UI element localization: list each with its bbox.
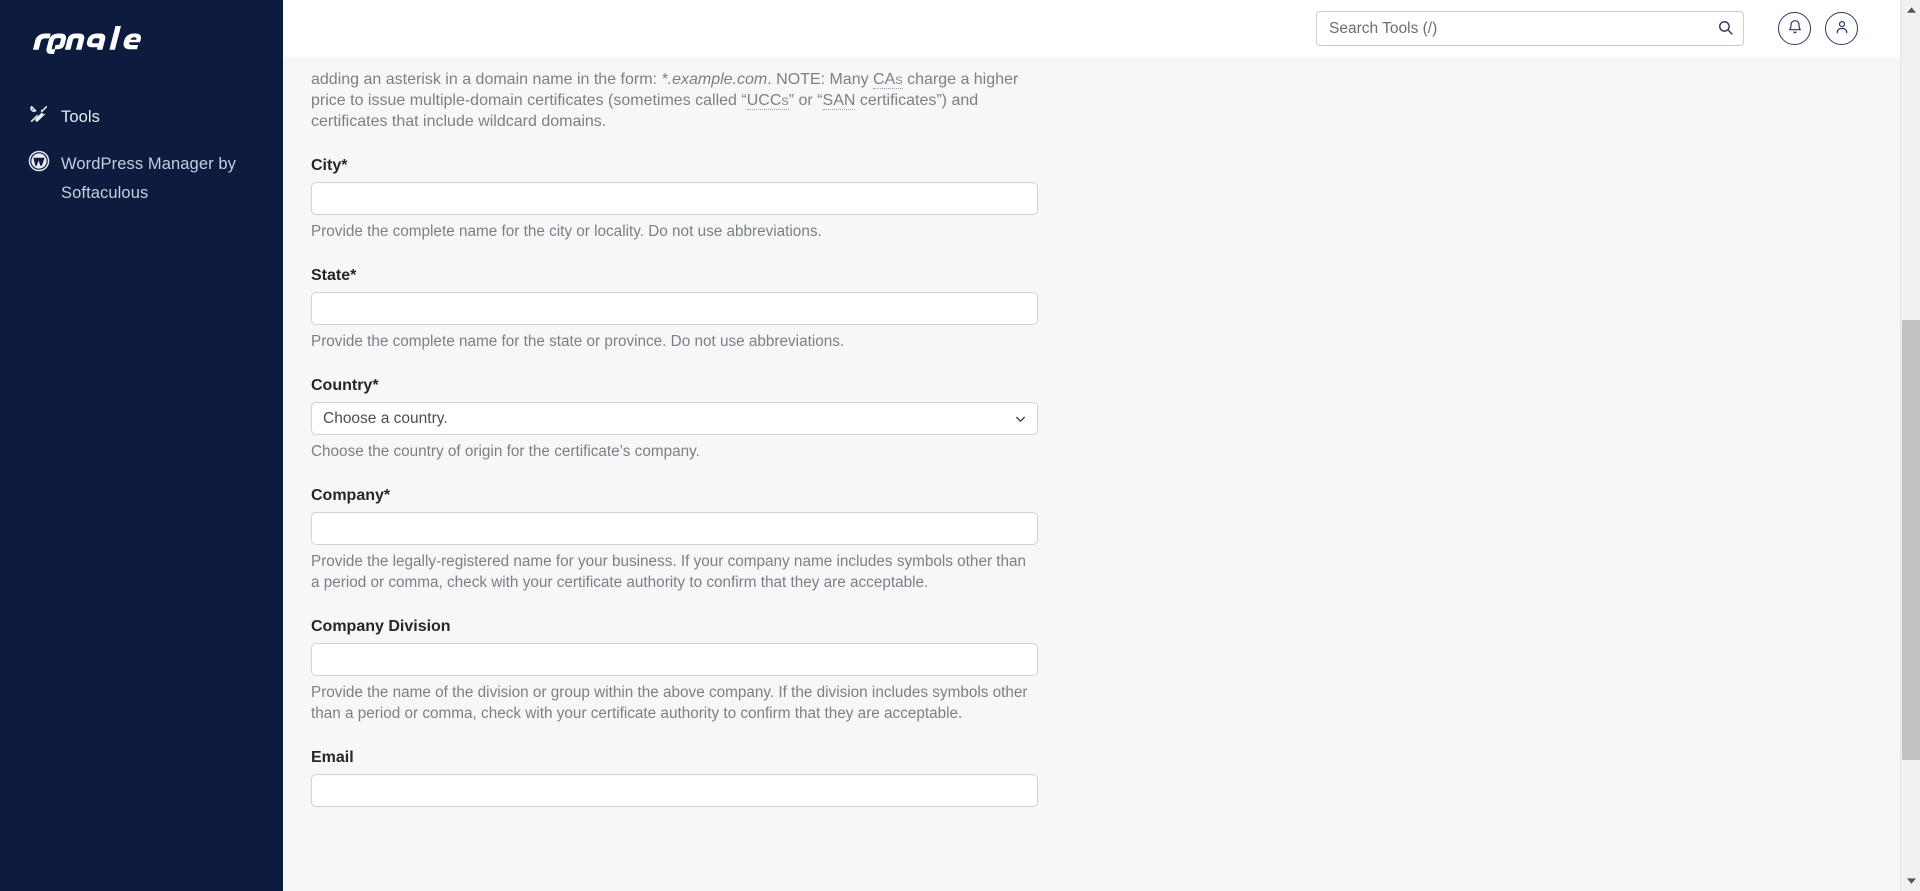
intro-text-part1: adding an asterisk in a domain name in t… [311, 71, 662, 88]
city-help-text: Provide the complete name for the city o… [311, 223, 822, 240]
country-help-text: Choose the country of origin for the cer… [311, 443, 700, 460]
main-area: adding an asterisk in a domain name in t… [283, 0, 1920, 891]
abbr-ucc: UCCs [746, 92, 789, 110]
scrollbar-track[interactable] [1901, 20, 1920, 871]
sidebar-item-wordpress-manager[interactable]: WordPress Manager by Softaculous [0, 141, 283, 217]
sidebar-item-label: Tools [61, 108, 101, 126]
state-label: State* [311, 267, 357, 284]
state-help-text: Provide the complete name for the state … [311, 333, 845, 350]
scroll-down-arrow-icon[interactable] [1901, 871, 1920, 891]
company-label: Company* [311, 487, 391, 504]
sidebar-nav: Tools WordPress Manager by Softaculous [0, 94, 283, 217]
company-division-label: Company Division [311, 618, 451, 635]
company-input[interactable] [311, 512, 1038, 545]
sidebar-item-label: WordPress Manager by Softaculous [61, 155, 237, 202]
tools-icon [26, 103, 52, 125]
state-input[interactable] [311, 292, 1038, 325]
email-input[interactable] [311, 774, 1038, 807]
cpanel-app: Tools WordPress Manager by Softaculous S… [0, 0, 1920, 891]
intro-example-domain: *.example.com [661, 71, 768, 88]
field-city: City* Provide the complete name for the … [311, 156, 1038, 242]
search-icon [1717, 19, 1734, 39]
country-label: Country* [311, 377, 379, 394]
notifications-button[interactable] [1778, 12, 1811, 45]
page-scrollbar[interactable] [1900, 0, 1920, 891]
user-icon [1834, 19, 1850, 38]
company-division-help-text: Provide the name of the division or grou… [311, 684, 1028, 722]
search-container [1316, 11, 1744, 46]
company-division-input[interactable] [311, 643, 1038, 676]
sidebar: Tools WordPress Manager by Softaculous [0, 0, 283, 891]
search-input[interactable] [1316, 11, 1744, 46]
top-header [283, 0, 1920, 57]
intro-paragraph: adding an asterisk in a domain name in t… [311, 62, 1038, 132]
search-submit-button[interactable] [1712, 16, 1738, 42]
field-company-division: Company Division Provide the name of the… [311, 617, 1038, 724]
ssl-csr-form: adding an asterisk in a domain name in t… [311, 57, 1038, 807]
company-help-text: Provide the legally-registered name for … [311, 553, 1027, 591]
user-account-button[interactable] [1825, 12, 1858, 45]
brand-logo[interactable] [0, 0, 283, 72]
scrollbar-thumb[interactable] [1902, 320, 1920, 760]
intro-text-part2: . NOTE: Many [767, 71, 874, 88]
field-country: Country* Choose a country. Choose the co… [311, 376, 1038, 462]
city-label: City* [311, 157, 348, 174]
abbr-ca: CAs [873, 71, 903, 89]
bell-icon [1787, 19, 1803, 38]
intro-text-part4: ” or “ [788, 92, 823, 109]
field-company: Company* Provide the legally-registered … [311, 486, 1038, 593]
sidebar-item-tools[interactable]: Tools [0, 94, 283, 141]
field-state: State* Provide the complete name for the… [311, 266, 1038, 352]
field-email: Email [311, 748, 1038, 807]
cpanel-logo-icon [33, 26, 142, 54]
country-select-container: Choose a country. [311, 402, 1038, 435]
abbr-san: SAN [822, 92, 856, 110]
scroll-up-arrow-icon[interactable] [1901, 0, 1920, 20]
email-label: Email [311, 749, 354, 766]
country-select[interactable]: Choose a country. [311, 402, 1038, 435]
content-area: adding an asterisk in a domain name in t… [283, 57, 1920, 891]
city-input[interactable] [311, 182, 1038, 215]
wordpress-icon [26, 150, 52, 172]
